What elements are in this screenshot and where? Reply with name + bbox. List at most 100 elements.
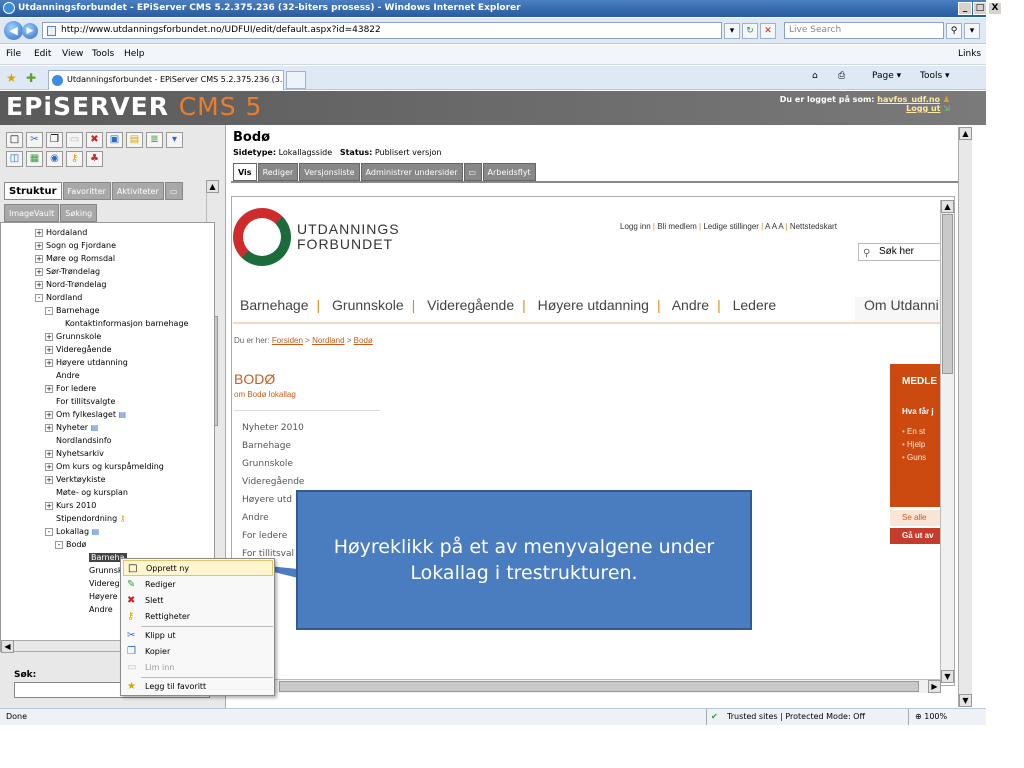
- tree-node[interactable]: For tillitsvalgte: [56, 396, 115, 407]
- tree-node[interactable]: + Sogn og Fjordane: [35, 240, 116, 251]
- page-menu[interactable]: Page ▾: [872, 71, 901, 81]
- tree-node[interactable]: Stipendordning ⚷: [56, 513, 126, 524]
- live-search-input[interactable]: Live Search: [784, 22, 944, 39]
- collapse-icon[interactable]: -: [55, 540, 63, 549]
- expand-icon[interactable]: +: [35, 254, 43, 263]
- nav-hoyere-utdanning[interactable]: Høyere utdanning: [538, 297, 649, 313]
- menu-slett[interactable]: ✖ Slett: [123, 593, 273, 609]
- tree-node[interactable]: + Nyheter ▤: [45, 422, 98, 433]
- side-menu-item[interactable]: Videregående: [242, 477, 304, 487]
- new-tab-button[interactable]: [286, 71, 306, 89]
- expand-icon[interactable]: +: [35, 241, 43, 250]
- nav-andre[interactable]: Andre: [672, 297, 709, 313]
- tree-node[interactable]: Andre: [56, 370, 80, 381]
- expand-icon[interactable]: +: [45, 410, 53, 419]
- collapse-icon[interactable]: -: [45, 306, 53, 315]
- tree-node[interactable]: Nordlandsinfo: [56, 435, 112, 446]
- preview-icon[interactable]: ▾: [166, 132, 183, 148]
- copy-icon[interactable]: ❐: [46, 132, 63, 148]
- tab-rediger[interactable]: Rediger: [257, 163, 299, 181]
- close-button[interactable]: X: [988, 2, 1002, 15]
- tree-node[interactable]: - Nordland: [35, 292, 82, 303]
- address-dropdown-button[interactable]: ▾: [724, 23, 740, 39]
- tab-administrer[interactable]: Administrer undersider: [360, 163, 463, 181]
- breadcrumb-bodo[interactable]: Bodø: [354, 336, 373, 345]
- menu-rettigheter[interactable]: ⚷ Rettigheter: [123, 609, 273, 625]
- main-scrollbar[interactable]: ▲ ▼: [958, 127, 972, 707]
- expand-icon[interactable]: +: [45, 475, 53, 484]
- nav-barnehage[interactable]: Barnehage: [240, 297, 309, 313]
- tree-node[interactable]: + Om kurs og kurspåmelding: [45, 461, 164, 472]
- menu-edit[interactable]: Edit: [34, 49, 51, 59]
- tree-node[interactable]: + Møre og Romsdal: [35, 253, 115, 264]
- menu-view[interactable]: View: [62, 49, 83, 59]
- scroll-down-button[interactable]: ▼: [959, 694, 972, 707]
- view-icon[interactable]: ◫: [6, 151, 23, 167]
- favorites-star-icon[interactable]: ★: [6, 71, 17, 85]
- minimize-button[interactable]: _: [958, 2, 972, 15]
- zone-indicator[interactable]: ✔ Trusted sites | Protected Mode: Off: [706, 709, 902, 725]
- search-options-button[interactable]: ▾: [964, 23, 980, 39]
- tree-node[interactable]: + Om fylkeslaget ▤: [45, 409, 126, 420]
- scroll-down-button[interactable]: ▼: [941, 670, 954, 683]
- expand-icon[interactable]: +: [45, 501, 53, 510]
- expand-icon[interactable]: +: [45, 449, 53, 458]
- menu-legg-til-favoritt[interactable]: ★ Legg til favoritt: [123, 679, 273, 695]
- user-link[interactable]: havfos_udf.no: [877, 95, 940, 104]
- menu-rediger[interactable]: ✎ Rediger: [123, 577, 273, 593]
- forward-button[interactable]: ▶: [22, 23, 38, 39]
- link-bli-medlem[interactable]: Bli medlem: [657, 222, 697, 231]
- expand-icon[interactable]: +: [35, 280, 43, 289]
- expand-icon[interactable]: +: [35, 228, 43, 237]
- browser-tab[interactable]: Utdanningsforbundet - EPiServer CMS 5.2.…: [48, 70, 284, 90]
- tree-node[interactable]: + Verktøykiste: [45, 474, 106, 485]
- link-logg-inn[interactable]: Logg inn: [620, 222, 651, 231]
- side-menu-item[interactable]: For ledere: [242, 531, 287, 541]
- expand-icon[interactable]: +: [45, 384, 53, 393]
- paste-icon[interactable]: ▭: [66, 132, 83, 148]
- search-button[interactable]: ⚲: [946, 23, 962, 39]
- nav-om-utdanningsforbundet[interactable]: Om Utdanni: [855, 297, 950, 323]
- delete-icon[interactable]: ✖: [86, 132, 103, 148]
- key-icon[interactable]: ⚷: [66, 151, 83, 167]
- menu-links[interactable]: Links: [958, 49, 981, 59]
- tab-favoritter[interactable]: Favoritter: [62, 182, 111, 200]
- expand-icon[interactable]: +: [45, 462, 53, 471]
- window-icon[interactable]: ▣: [106, 132, 123, 148]
- nav-videregaende[interactable]: Videregående: [427, 297, 514, 313]
- stop-button[interactable]: ✕: [760, 23, 776, 39]
- tools-menu[interactable]: Tools ▾: [920, 71, 950, 81]
- maximize-button[interactable]: □: [973, 2, 987, 15]
- new-page-icon[interactable]: □: [6, 132, 23, 148]
- tab-arbeidsflyt[interactable]: Arbeidsflyt: [482, 163, 536, 181]
- tree-node[interactable]: - Lokallag ▤: [45, 526, 99, 537]
- refresh-button[interactable]: ↻: [742, 23, 758, 39]
- side-menu-item[interactable]: Grunnskole: [242, 459, 293, 469]
- tree-node[interactable]: + Kurs 2010: [45, 500, 96, 511]
- tree-node[interactable]: Kontaktinformasjon barnehage: [65, 318, 188, 329]
- scroll-up-button[interactable]: ▲: [206, 180, 219, 193]
- tree-node[interactable]: + Sør-Trøndelag: [35, 266, 100, 277]
- tree-node[interactable]: Møte- og kursplan: [56, 487, 128, 498]
- folder-icon[interactable]: ▤: [126, 132, 143, 148]
- list-icon[interactable]: ≣: [146, 132, 163, 148]
- address-field[interactable]: http://www.utdanningsforbundet.no/UDFUI/…: [42, 22, 722, 39]
- side-menu-item[interactable]: Barnehage: [242, 441, 291, 451]
- tab-imagevault[interactable]: ImageVault: [4, 204, 60, 222]
- zoom-control[interactable]: ⊕ 100%: [908, 709, 947, 725]
- menu-lim-inn[interactable]: ▭ Lim inn: [123, 660, 273, 676]
- link-nettstedskart[interactable]: Nettstedskart: [790, 222, 837, 231]
- logout-link[interactable]: Logg ut: [906, 104, 940, 113]
- menu-opprett-ny[interactable]: □ Opprett ny: [123, 560, 273, 576]
- link-ledige-stillinger[interactable]: Ledige stillinger: [703, 222, 759, 231]
- menu-file[interactable]: File: [6, 49, 21, 59]
- tree-node[interactable]: + Videregående: [45, 344, 112, 355]
- expand-icon[interactable]: +: [45, 332, 53, 341]
- tree-node[interactable]: + Høyere utdanning: [45, 357, 128, 368]
- site-search-field[interactable]: ⚲ Søk her: [858, 243, 942, 261]
- tree-node[interactable]: - Barnehage: [45, 305, 100, 316]
- tab-vis[interactable]: Vis: [233, 163, 257, 181]
- scroll-left-button[interactable]: ◀: [1, 640, 14, 653]
- menu-tools[interactable]: Tools: [92, 49, 114, 59]
- menu-help[interactable]: Help: [124, 49, 145, 59]
